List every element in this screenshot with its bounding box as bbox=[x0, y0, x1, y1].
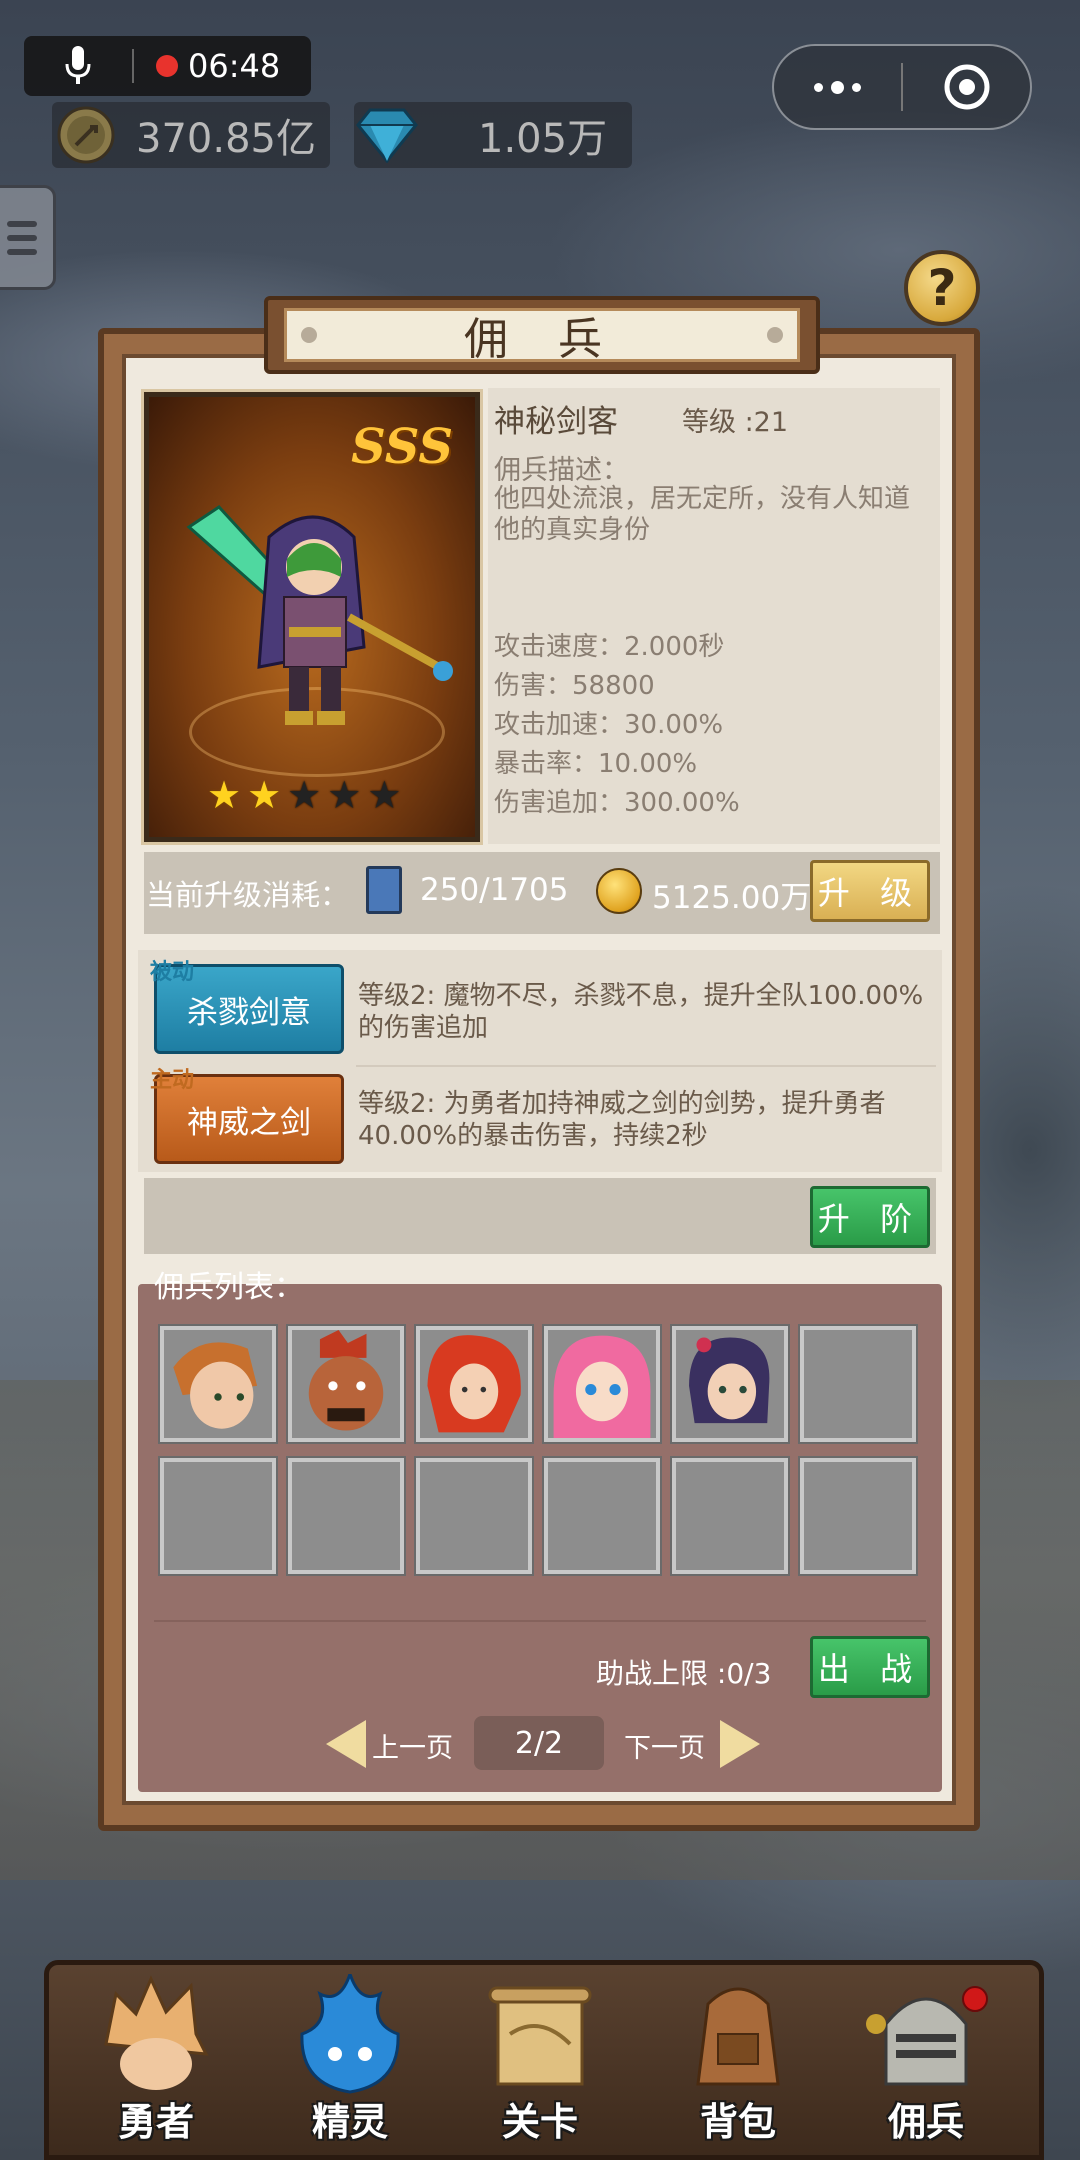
roster-slot[interactable] bbox=[286, 1324, 406, 1444]
passive-skill-desc: 等级2: 魔物不尽，杀戮不息，提升全队100.00%的伤害追加 bbox=[358, 981, 924, 1043]
recording-dot-icon bbox=[156, 55, 178, 77]
hero-portrait-pinkhair bbox=[548, 1330, 656, 1438]
star-empty-icon: ★ bbox=[367, 773, 402, 817]
gem-amount: 1.05万 bbox=[478, 116, 608, 162]
stat-crit-rate: 暴击率：10.00% bbox=[494, 749, 698, 779]
hero-portrait-darkhair bbox=[676, 1330, 784, 1438]
panel-title-plate: 佣 兵 bbox=[264, 296, 820, 374]
hero-portrait-card: SSS ★ ★ ★ ★ ★ bbox=[141, 389, 483, 845]
hero-portrait-blond bbox=[164, 1330, 272, 1438]
more-dots-icon bbox=[814, 80, 861, 94]
roster-slot-empty[interactable] bbox=[286, 1456, 406, 1576]
gold-coin-icon bbox=[57, 106, 115, 164]
nav-bag-label: 背包 bbox=[699, 2100, 776, 2144]
gold-amount: 370.85亿 bbox=[136, 116, 316, 162]
star-filled-icon: ★ bbox=[207, 773, 242, 817]
roster-slot-empty[interactable] bbox=[542, 1456, 662, 1576]
status-time: 06:48 bbox=[188, 47, 281, 85]
roster-divider bbox=[154, 1620, 926, 1622]
nav-stage[interactable]: 关卡 bbox=[450, 1968, 630, 2160]
skill-divider bbox=[356, 1065, 936, 1067]
roster-slot[interactable] bbox=[542, 1324, 662, 1444]
description-label: 佣兵描述： bbox=[494, 455, 629, 486]
next-page-arrow-icon[interactable] bbox=[720, 1720, 760, 1768]
roster-slot-empty[interactable] bbox=[158, 1456, 278, 1576]
description-text: 他四处流浪，居无定所，没有人知道他的真实身份 bbox=[494, 484, 911, 545]
active-skill-desc: 等级2: 为勇者加持神威之剑的剑势，提升勇者40.00%的暴击伤害，持续2秒 bbox=[358, 1089, 886, 1151]
page-indicator: 2/2 bbox=[474, 1716, 604, 1770]
backpack-icon bbox=[696, 1987, 780, 2086]
star-empty-icon: ★ bbox=[287, 773, 322, 817]
mini-program-capsule bbox=[772, 44, 1032, 130]
title-knob-left bbox=[301, 327, 317, 343]
panel-title: 佣 兵 bbox=[464, 314, 620, 365]
side-menu-button[interactable] bbox=[0, 185, 56, 290]
target-circle-icon bbox=[944, 64, 989, 110]
swordsman-sprite bbox=[186, 505, 453, 725]
gold-cost: 5125.00万 bbox=[652, 880, 812, 916]
roster-slot-empty[interactable] bbox=[798, 1324, 918, 1444]
prev-page-button[interactable]: 上一页 bbox=[372, 1726, 453, 1765]
star-empty-icon: ★ bbox=[327, 773, 362, 817]
nav-bag[interactable]: 背包 bbox=[648, 1968, 828, 2160]
roster-slot[interactable] bbox=[670, 1324, 790, 1444]
diamond-icon bbox=[356, 108, 418, 163]
roster-slot[interactable] bbox=[158, 1324, 278, 1444]
nav-mercenary-label: 佣兵 bbox=[887, 2100, 964, 2144]
hero-portrait-brute bbox=[292, 1330, 400, 1438]
roster-slot-empty[interactable] bbox=[414, 1456, 534, 1576]
hero-level: 等级 :21 bbox=[682, 407, 789, 438]
notification-dot bbox=[962, 1986, 988, 2012]
blue-flame-icon bbox=[300, 1974, 400, 2094]
nav-hero-label: 勇者 bbox=[117, 2100, 194, 2144]
nav-spirit-label: 精灵 bbox=[311, 2100, 388, 2144]
more-menu-button[interactable] bbox=[774, 46, 901, 128]
book-cost: 250/1705 bbox=[420, 872, 569, 908]
nav-stage-label: 关卡 bbox=[501, 2100, 578, 2144]
roster-title: 佣兵列表： bbox=[154, 1270, 304, 1305]
deploy-button[interactable]: 出 战 bbox=[810, 1636, 930, 1698]
recording-status-pill: 06:48 bbox=[24, 36, 311, 96]
gold-resource: 370.85亿 bbox=[52, 102, 330, 168]
deploy-limit: 助战上限 :0/3 bbox=[596, 1657, 772, 1690]
roster-slot[interactable] bbox=[414, 1324, 534, 1444]
gold-coin-icon bbox=[596, 868, 642, 914]
stat-attack-acceleration: 攻击加速：30.00% bbox=[494, 710, 724, 740]
title-knob-right bbox=[767, 327, 783, 343]
status-pill-divider bbox=[132, 49, 134, 83]
hamburger-icon bbox=[7, 220, 37, 227]
microphone-icon bbox=[24, 46, 132, 86]
stat-damage: 伤害：58800 bbox=[494, 671, 655, 701]
advance-button[interactable]: 升 阶 bbox=[810, 1186, 930, 1248]
nav-mercenary[interactable]: 佣兵 bbox=[836, 1968, 1016, 2160]
star-filled-icon: ★ bbox=[247, 773, 282, 817]
gem-resource: 1.05万 bbox=[354, 102, 632, 168]
close-program-button[interactable] bbox=[903, 46, 1030, 128]
hero-name: 神秘剑客 bbox=[494, 404, 618, 440]
upgrade-cost-label: 当前升级消耗： bbox=[146, 878, 350, 912]
next-page-button[interactable]: 下一页 bbox=[624, 1726, 705, 1765]
nav-hero[interactable]: 勇者 bbox=[66, 1968, 246, 2160]
skill-book-icon bbox=[366, 866, 402, 914]
stat-damage-bonus: 伤害追加：300.00% bbox=[494, 788, 740, 818]
hero-portrait-redhair bbox=[420, 1330, 528, 1438]
roster-slot-empty[interactable] bbox=[798, 1456, 918, 1576]
prev-page-arrow-icon[interactable] bbox=[326, 1720, 366, 1768]
map-scroll-icon bbox=[488, 1986, 592, 2086]
roster-slot-empty[interactable] bbox=[670, 1456, 790, 1576]
nav-spirit[interactable]: 精灵 bbox=[260, 1968, 440, 2160]
question-mark-icon: ? bbox=[927, 259, 957, 317]
hero-head-icon bbox=[104, 1975, 209, 2090]
stat-attack-speed: 攻击速度：2.000秒 bbox=[494, 632, 725, 662]
passive-tag: 被动 bbox=[150, 960, 195, 985]
help-button[interactable]: ? bbox=[904, 250, 980, 326]
star-rating: ★ ★ ★ ★ ★ bbox=[207, 773, 401, 817]
upgrade-button[interactable]: 升 级 bbox=[810, 860, 930, 922]
active-tag: 主动 bbox=[150, 1068, 195, 1093]
